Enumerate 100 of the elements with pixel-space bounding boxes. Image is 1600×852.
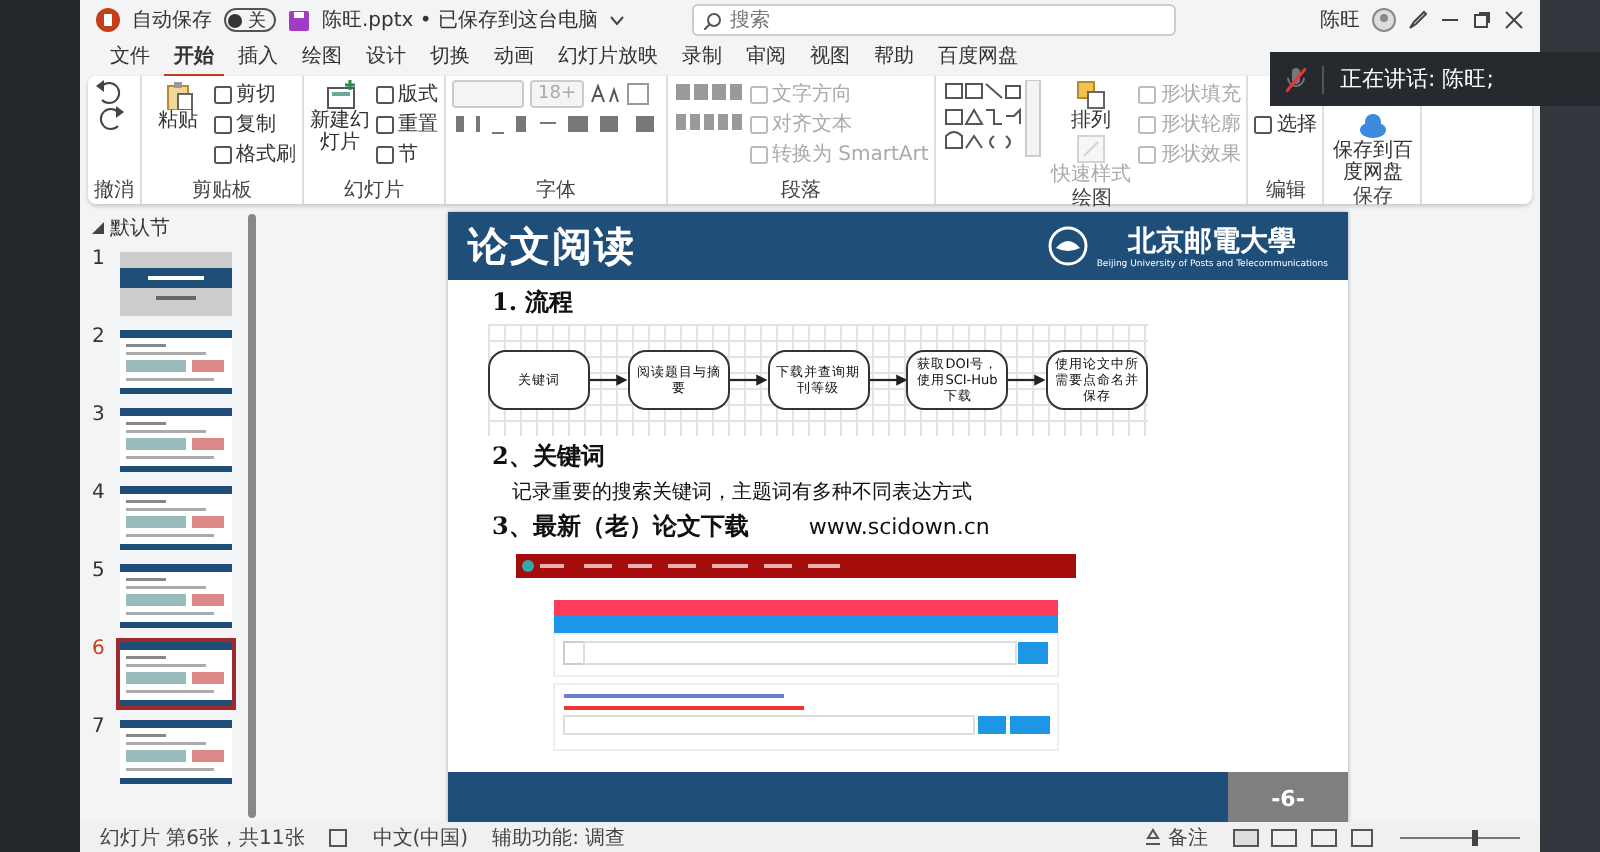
section-header[interactable]: 默认节: [110, 214, 170, 242]
ribbon-button[interactable]: 粘贴: [148, 80, 208, 132]
square-icon: [1138, 115, 1157, 133]
slide-number: 6: [92, 638, 107, 660]
shape-gallery-icon[interactable]: [942, 80, 1043, 160]
muted-microphone-icon[interactable]: [1286, 67, 1306, 91]
ribbon-tab[interactable]: 审阅: [736, 38, 796, 78]
font-format-icon[interactable]: [452, 110, 660, 138]
slide-thumbnail[interactable]: [116, 482, 236, 554]
zoom-slider-icon[interactable]: [1400, 827, 1520, 847]
style-swatch-icon: [1075, 134, 1106, 164]
ribbon-button[interactable]: 格式刷: [214, 140, 296, 168]
flow-arrow: [1008, 374, 1046, 386]
slide-heading: 1. 流程: [492, 286, 576, 320]
slide-thumbnail[interactable]: [116, 716, 236, 788]
save-icon[interactable]: [288, 9, 310, 31]
flow-arrow: [729, 374, 767, 386]
slide-number: 3: [92, 404, 107, 426]
square-icon: [376, 145, 394, 163]
language-status[interactable]: 中文(中国): [372, 823, 469, 851]
square-icon: [750, 85, 768, 103]
ribbon-tab[interactable]: 切换: [420, 38, 480, 78]
autosave-toggle[interactable]: 关: [224, 8, 276, 32]
ribbon-button[interactable]: 节: [376, 140, 438, 168]
ribbon-group-label: 剪贴板: [190, 178, 254, 204]
ribbon-button[interactable]: 复制: [214, 110, 296, 138]
close-icon[interactable]: [1504, 10, 1524, 30]
slide-thumbnail[interactable]: [116, 326, 236, 398]
slide-number: 1: [92, 248, 107, 270]
spellcheck-icon[interactable]: [328, 827, 349, 847]
font-name-field[interactable]: [452, 80, 524, 108]
autosave-label: 自动保存: [132, 8, 212, 34]
search-field[interactable]: 搜索: [692, 4, 1176, 36]
ribbon-tab[interactable]: 设计: [356, 38, 416, 78]
font-size-tools-icon[interactable]: [590, 82, 650, 106]
notes-button[interactable]: 备注: [1144, 823, 1208, 851]
accessibility-status[interactable]: 辅助功能: 调查: [492, 823, 626, 851]
undo-icon[interactable]: [94, 80, 126, 104]
emblem-icon: [1048, 226, 1089, 266]
slide-title: 论文阅读: [468, 219, 636, 273]
ribbon-button[interactable]: 保存到百度网盘: [1330, 110, 1415, 184]
ribbon-tab[interactable]: 帮助: [864, 38, 924, 78]
cloud-icon: [1357, 110, 1388, 140]
speaker-status: 正在讲话: 陈旺;: [1340, 64, 1494, 94]
slide-thumbnail[interactable]: [116, 560, 236, 632]
ribbon-group-label: 绘图: [1069, 186, 1114, 212]
paragraph-format-icon[interactable]: [674, 80, 744, 136]
ribbon-button[interactable]: 新建幻灯片: [310, 80, 370, 154]
ribbon-tab[interactable]: 文件: [100, 38, 160, 78]
ribbon-button[interactable]: 重置: [376, 110, 438, 138]
website-url: www.scidown.cn: [808, 514, 990, 540]
slide-heading: 3、最新（老）论文下载: [492, 510, 749, 544]
ribbon-group-label: 编辑: [1263, 178, 1308, 204]
square-icon: [750, 145, 768, 163]
slide-number: 2: [92, 326, 107, 348]
square-icon: [376, 115, 394, 133]
square-icon: [214, 85, 232, 103]
slide-thumbnail[interactable]: [116, 248, 236, 320]
restore-icon[interactable]: [1472, 10, 1492, 30]
square-icon: [1138, 145, 1157, 163]
slide-thumbnail[interactable]: [116, 638, 236, 710]
collapse-triangle-icon[interactable]: [92, 222, 104, 234]
slide-number: 4: [92, 482, 107, 504]
ribbon-group-label: 保存: [1350, 184, 1395, 210]
ribbon-tab[interactable]: 幻灯片放映: [548, 38, 668, 78]
scrollbar[interactable]: [248, 214, 256, 818]
square-icon: [1254, 115, 1273, 133]
ribbon-button[interactable]: 选择: [1254, 110, 1317, 138]
ribbon-button[interactable]: 剪切: [214, 80, 296, 108]
view-buttons-icon[interactable]: [1232, 827, 1376, 847]
chevron-down-icon[interactable]: [609, 15, 624, 25]
slide-number: 7: [92, 716, 107, 738]
square-icon: [214, 145, 232, 163]
ribbon-tab[interactable]: 录制: [672, 38, 732, 78]
ribbon-button[interactable]: 版式: [376, 80, 438, 108]
square-icon: [1138, 85, 1157, 103]
university-name: 北京邮電大學: [1128, 223, 1297, 259]
slide-body-text: 记录重要的搜索关键词，主题词有多种不同表达方式: [510, 479, 974, 506]
slide-number: 5: [92, 560, 107, 582]
powerpoint-logo-icon: [96, 8, 120, 32]
ribbon-group-label: 字体: [534, 178, 578, 204]
flow-arrow: [869, 374, 907, 386]
file-title[interactable]: 陈旺.pptx • 已保存到这台电脑: [322, 6, 598, 34]
ribbon-tab[interactable]: 绘图: [292, 38, 352, 78]
ribbon-group-label: 幻灯片: [342, 178, 406, 204]
ribbon-tab[interactable]: 视图: [800, 38, 860, 78]
square-icon: [376, 85, 394, 103]
ribbon-tab[interactable]: 动画: [484, 38, 544, 78]
notes-icon: [1144, 828, 1162, 846]
ribbon-tab[interactable]: 插入: [228, 38, 288, 78]
square-icon: [214, 115, 232, 133]
avatar-icon[interactable]: [1372, 8, 1396, 32]
redo-icon[interactable]: [94, 106, 126, 130]
square-icon: [750, 115, 768, 133]
slide-thumbnail[interactable]: [116, 404, 236, 476]
ribbon-group-label: 段落: [779, 178, 824, 204]
pen-icon[interactable]: [1408, 10, 1428, 30]
user-name: 陈旺: [1320, 8, 1360, 34]
ribbon-button[interactable]: 排列: [1048, 80, 1133, 132]
ribbon-tab[interactable]: 百度网盘: [928, 38, 1028, 78]
